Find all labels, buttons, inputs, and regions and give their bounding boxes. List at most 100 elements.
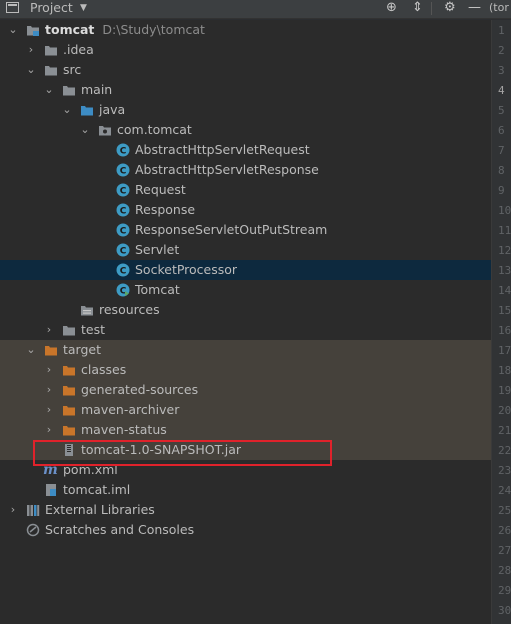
tree-node-java[interactable]: ⌄ java <box>0 100 491 120</box>
runnable-class-icon: C <box>116 283 130 297</box>
tree-node-label: com.tomcat <box>117 122 192 137</box>
line-number: 26 <box>498 524 511 537</box>
tree-node-iml[interactable]: tomcat.iml <box>0 480 491 500</box>
folder-icon <box>63 86 75 96</box>
root-module-path: D:\Study\tomcat <box>102 22 205 37</box>
chevron-down-icon[interactable]: ⌄ <box>7 20 19 40</box>
collapse-all-icon[interactable]: ⇕ <box>412 0 423 16</box>
line-number: 29 <box>498 584 511 597</box>
line-number: 10 <box>498 204 511 217</box>
toolbar-separator <box>431 2 432 15</box>
chevron-down-icon[interactable]: ⌄ <box>61 100 73 120</box>
tree-node-target-child[interactable]: › maven-archiver <box>0 400 491 420</box>
line-number: 5 <box>498 104 505 117</box>
chevron-down-icon[interactable]: ⌄ <box>25 60 37 80</box>
chevron-down-icon[interactable]: ⌄ <box>79 120 91 140</box>
tree-node-label: java <box>99 102 126 117</box>
svg-text:C: C <box>120 167 127 177</box>
tree-node-src[interactable]: ⌄ src <box>0 60 491 80</box>
tree-node-label: AbstractHttpServletRequest <box>135 142 310 157</box>
svg-text:C: C <box>120 147 127 157</box>
highlight-box <box>33 440 332 466</box>
tree-node-external-libraries[interactable]: › External Libraries <box>0 500 491 520</box>
editor-line-gutter: 1 2 3 4 5 6 7 8 9 10 11 12 13 14 15 16 17 18 19 20 21 22 23 24 2… <box>491 20 511 624</box>
tree-node-scratches[interactable]: Scratches and Consoles <box>0 520 491 540</box>
tree-node-root[interactable]: ⌄ tomcat D:\Study\tomcat <box>0 20 491 40</box>
svg-text:C: C <box>120 247 127 257</box>
source-root-folder-icon <box>81 106 93 116</box>
line-number: 6 <box>498 124 505 137</box>
line-number: 24 <box>498 484 511 497</box>
gear-icon[interactable]: ⚙ <box>444 0 456 16</box>
class-icon: C <box>116 143 130 157</box>
line-number: 25 <box>498 504 511 517</box>
tree-node-label: Response <box>135 202 196 217</box>
tree-node-main[interactable]: ⌄ main <box>0 80 491 100</box>
chevron-down-icon[interactable]: ▼ <box>80 0 87 16</box>
excluded-folder-icon <box>45 346 57 356</box>
chevron-down-icon[interactable]: ⌄ <box>43 80 55 100</box>
tree-node-class[interactable]: C Response <box>0 200 491 220</box>
tree-node-label: ResponseServletOutPutStream <box>135 222 328 237</box>
editor-tab-partial[interactable]: (tor <box>489 0 509 16</box>
chevron-right-icon[interactable]: › <box>43 380 55 400</box>
excluded-folder-icon <box>63 386 75 396</box>
chevron-right-icon[interactable]: › <box>25 40 37 60</box>
tree-node-class[interactable]: C AbstractHttpServletRequest <box>0 140 491 160</box>
tree-node-label: test <box>81 322 106 337</box>
excluded-folder-icon <box>63 366 75 376</box>
excluded-folder-icon <box>63 426 75 436</box>
line-number: 13 <box>498 264 511 277</box>
line-number: 15 <box>498 304 511 317</box>
tree-node-class[interactable]: C Request <box>0 180 491 200</box>
locate-target-icon[interactable]: ⊕ <box>386 0 397 16</box>
chevron-right-icon[interactable]: › <box>43 320 55 340</box>
tree-node-label: SocketProcessor <box>135 262 238 277</box>
tree-node-target-child[interactable]: › maven-status <box>0 420 491 440</box>
line-number: 16 <box>498 324 511 337</box>
module-file-icon <box>46 484 56 496</box>
hide-minus-icon[interactable]: — <box>468 0 481 16</box>
svg-text:C: C <box>120 267 127 277</box>
tree-node-class[interactable]: C Servlet <box>0 240 491 260</box>
chevron-right-icon[interactable]: › <box>43 400 55 420</box>
line-number: 22 <box>498 444 511 457</box>
svg-text:C: C <box>120 187 127 197</box>
line-number: 4 <box>498 84 505 97</box>
line-number: 23 <box>498 464 511 477</box>
tree-node-label: Request <box>135 182 186 197</box>
resources-folder-icon <box>81 306 93 316</box>
tree-node-class-selected[interactable]: C SocketProcessor <box>0 260 491 280</box>
tree-node-package[interactable]: ⌄ com.tomcat <box>0 120 491 140</box>
tree-node-resources[interactable]: resources <box>0 300 491 320</box>
line-number: 20 <box>498 404 511 417</box>
tree-node-target-child[interactable]: › generated-sources <box>0 380 491 400</box>
tree-node-class[interactable]: C Tomcat <box>0 280 491 300</box>
project-folder-icon <box>6 2 19 13</box>
chevron-down-icon[interactable]: ⌄ <box>25 340 37 360</box>
tree-node-label: maven-status <box>81 422 167 437</box>
line-number: 21 <box>498 424 511 437</box>
tree-node-target-child[interactable]: › classes <box>0 360 491 380</box>
project-tree[interactable]: ⌄ tomcat D:\Study\tomcat › .idea ⌄ src ⌄ … <box>0 20 491 624</box>
tree-node-label: Scratches and Consoles <box>45 522 195 537</box>
svg-text:C: C <box>120 227 127 237</box>
class-icon: C <box>116 223 130 237</box>
line-number: 2 <box>498 44 505 57</box>
tree-node-target[interactable]: ⌄ target <box>0 340 491 360</box>
chevron-right-icon[interactable]: › <box>43 360 55 380</box>
tree-node-label: tomcat.iml <box>63 482 131 497</box>
tree-node-label: External Libraries <box>45 502 155 517</box>
tree-node-class[interactable]: C ResponseServletOutPutStream <box>0 220 491 240</box>
folder-icon <box>45 66 57 76</box>
tree-node-label: main <box>81 82 113 97</box>
tree-node-test[interactable]: › test <box>0 320 491 340</box>
project-view-title[interactable]: Project <box>30 0 73 16</box>
tree-node-label: maven-archiver <box>81 402 180 417</box>
chevron-right-icon[interactable]: › <box>43 420 55 440</box>
tree-node-class[interactable]: C AbstractHttpServletResponse <box>0 160 491 180</box>
line-number: 12 <box>498 244 511 257</box>
chevron-right-icon[interactable]: › <box>7 500 19 520</box>
line-number: 30 <box>498 604 511 617</box>
tree-node-idea[interactable]: › .idea <box>0 40 491 60</box>
